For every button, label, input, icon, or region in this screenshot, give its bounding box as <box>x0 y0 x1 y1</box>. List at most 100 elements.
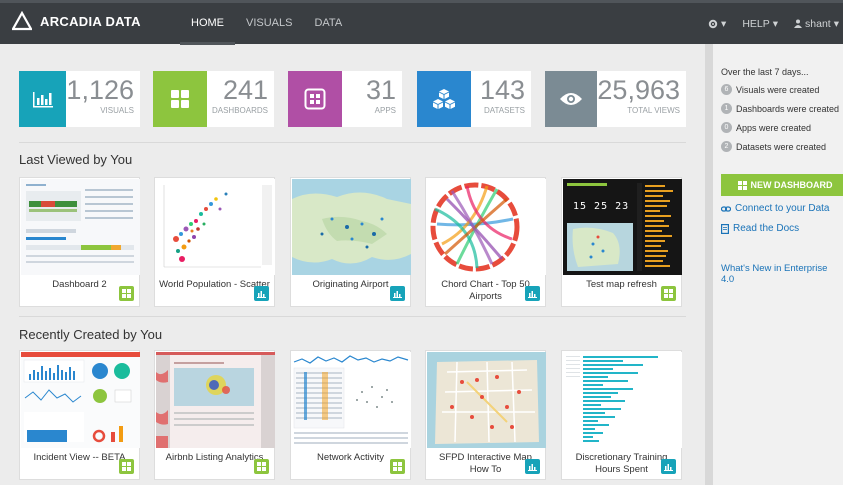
section-title-last-viewed: Last Viewed by You <box>19 152 133 167</box>
divider <box>19 316 686 317</box>
datasets-label: DATASETS <box>483 106 525 115</box>
user-menu[interactable]: shant ▾ <box>794 18 839 30</box>
activity-row-datasets: 2 Datasets were created <box>721 141 826 152</box>
app-icon <box>304 88 326 110</box>
stat-apps[interactable]: 31 APPS <box>288 71 402 127</box>
dashboards-label: DASHBOARDS <box>211 106 268 115</box>
card-sfpd-interactive-map[interactable]: SFPD Interactive Map How To <box>425 350 546 480</box>
activity-heading: Over the last 7 days... <box>721 67 809 77</box>
views-tile <box>545 71 598 127</box>
read-docs-link[interactable]: Read the Docs <box>721 223 799 234</box>
stat-dashboards[interactable]: 241 DASHBOARDS <box>153 71 274 127</box>
stat-visuals[interactable]: 1,126 VISUALS <box>19 71 140 127</box>
main-content: 1,126 VISUALS 241 DASHBOARDS 31 APPS 143… <box>0 44 697 485</box>
visual-badge-icon <box>525 286 540 301</box>
views-label: TOTAL VIEWS <box>627 106 680 115</box>
activity-text: Dashboards were created <box>736 103 840 114</box>
apps-label: APPS <box>374 106 396 115</box>
arcadia-logo-icon <box>12 11 32 31</box>
divider <box>19 142 686 143</box>
link-icon <box>721 205 731 212</box>
apps-tile <box>288 71 342 127</box>
activity-row-apps: 0 Apps were created <box>721 122 811 133</box>
count-badge: 1 <box>721 103 732 114</box>
activity-row-visuals: 6 Visuals were created <box>721 84 819 95</box>
activity-text: Visuals were created <box>736 84 820 95</box>
chevron-down-icon: ▾ <box>721 17 727 30</box>
visual-badge-icon <box>254 286 269 301</box>
nav-data[interactable]: DATA <box>303 3 353 44</box>
card-world-population-scatter[interactable]: World Population - Scatter <box>154 177 275 307</box>
cubes-icon <box>433 89 455 109</box>
chevron-down-icon: ▾ <box>833 17 839 30</box>
grid-icon <box>737 180 747 190</box>
card-thumbnail <box>427 179 546 275</box>
visual-badge-icon <box>390 286 405 301</box>
card-incident-view[interactable]: Incident View -- BETA <box>19 350 140 480</box>
card-thumbnail <box>21 179 140 275</box>
nav-home[interactable]: HOME <box>180 3 235 45</box>
card-network-activity[interactable]: Network Activity <box>290 350 411 480</box>
activity-text: Datasets were created <box>736 141 827 152</box>
new-dashboard-button[interactable]: NEW DASHBOARD <box>721 174 843 196</box>
card-thumbnail <box>292 179 411 275</box>
connect-data-link[interactable]: Connect to your Data <box>721 203 830 214</box>
datasets-count: 143 <box>479 75 525 105</box>
dashboard-badge-icon <box>119 286 134 301</box>
grid-icon <box>171 90 189 108</box>
map-clock: 15 25 23 <box>573 201 630 212</box>
dashboards-tile <box>153 71 207 127</box>
section-title-recently-created: Recently Created by You <box>19 327 163 342</box>
card-thumbnail <box>21 352 140 448</box>
activity-sidebar: Over the last 7 days... 6 Visuals were c… <box>705 44 843 485</box>
brand-logo[interactable]: ARCADIA DATA <box>12 11 141 31</box>
gear-icon <box>708 19 718 28</box>
dashboards-count: 241 <box>222 75 268 105</box>
brand-name: ARCADIA DATA <box>40 13 141 29</box>
card-test-map-refresh[interactable]: 15 25 23 Test map refresh <box>561 177 682 307</box>
card-dashboard-2[interactable]: Dashboard 2 <box>19 177 140 307</box>
nav-visuals[interactable]: VISUALS <box>235 3 303 44</box>
count-badge: 0 <box>721 122 732 133</box>
chevron-down-icon: ▾ <box>772 17 779 30</box>
user-name: shant <box>805 17 831 30</box>
visual-badge-icon <box>661 459 676 474</box>
visuals-count: 1,126 <box>66 75 134 105</box>
bar-chart-icon <box>32 92 53 108</box>
count-badge: 6 <box>721 84 732 95</box>
help-label: HELP <box>742 17 770 30</box>
read-docs-label: Read the Docs <box>733 223 800 234</box>
new-dashboard-label: NEW DASHBOARD <box>750 180 833 190</box>
activity-row-dashboards: 1 Dashboards were created <box>721 103 839 114</box>
count-badge: 2 <box>721 141 732 152</box>
card-originating-airport[interactable]: Originating Airport <box>290 177 411 307</box>
card-thumbnail <box>156 179 275 275</box>
main-nav: HOME VISUALS DATA <box>180 3 353 45</box>
card-thumbnail <box>427 352 546 448</box>
dashboard-badge-icon <box>119 459 134 474</box>
visuals-tile <box>19 71 67 127</box>
top-navbar: ARCADIA DATA HOME VISUALS DATA ▾ HELP ▾ … <box>0 0 843 45</box>
user-icon <box>794 19 803 28</box>
card-thumbnail <box>292 352 411 448</box>
dashboard-badge-icon <box>661 286 676 301</box>
connect-data-label: Connect to your Data <box>735 203 830 214</box>
visuals-label: VISUALS <box>100 106 134 115</box>
card-airbnb-listing-analytics[interactable]: Airbnb Listing Analytics <box>154 350 275 480</box>
top-right-menu: ▾ HELP ▾ shant ▾ <box>692 3 839 44</box>
card-chord-chart[interactable]: Chord Chart - Top 50 Airports <box>425 177 546 307</box>
settings-menu[interactable]: ▾ <box>708 18 726 30</box>
help-menu[interactable]: HELP ▾ <box>742 18 778 30</box>
stat-total-views[interactable]: 25,963 TOTAL VIEWS <box>545 71 686 127</box>
apps-count: 31 <box>365 75 396 105</box>
card-thumbnail: 15 25 23 <box>563 179 682 275</box>
whats-new-link[interactable]: What's New in Enterprise 4.0 <box>721 263 843 285</box>
card-thumbnail <box>156 352 275 448</box>
stat-datasets[interactable]: 143 DATASETS <box>417 71 531 127</box>
card-discretionary-training[interactable]: Discretionary Training Hours Spent <box>561 350 682 480</box>
document-icon <box>721 223 729 234</box>
dashboard-badge-icon <box>254 459 269 474</box>
visual-badge-icon <box>525 459 540 474</box>
card-thumbnail <box>563 352 682 448</box>
views-count: 25,963 <box>597 75 680 105</box>
